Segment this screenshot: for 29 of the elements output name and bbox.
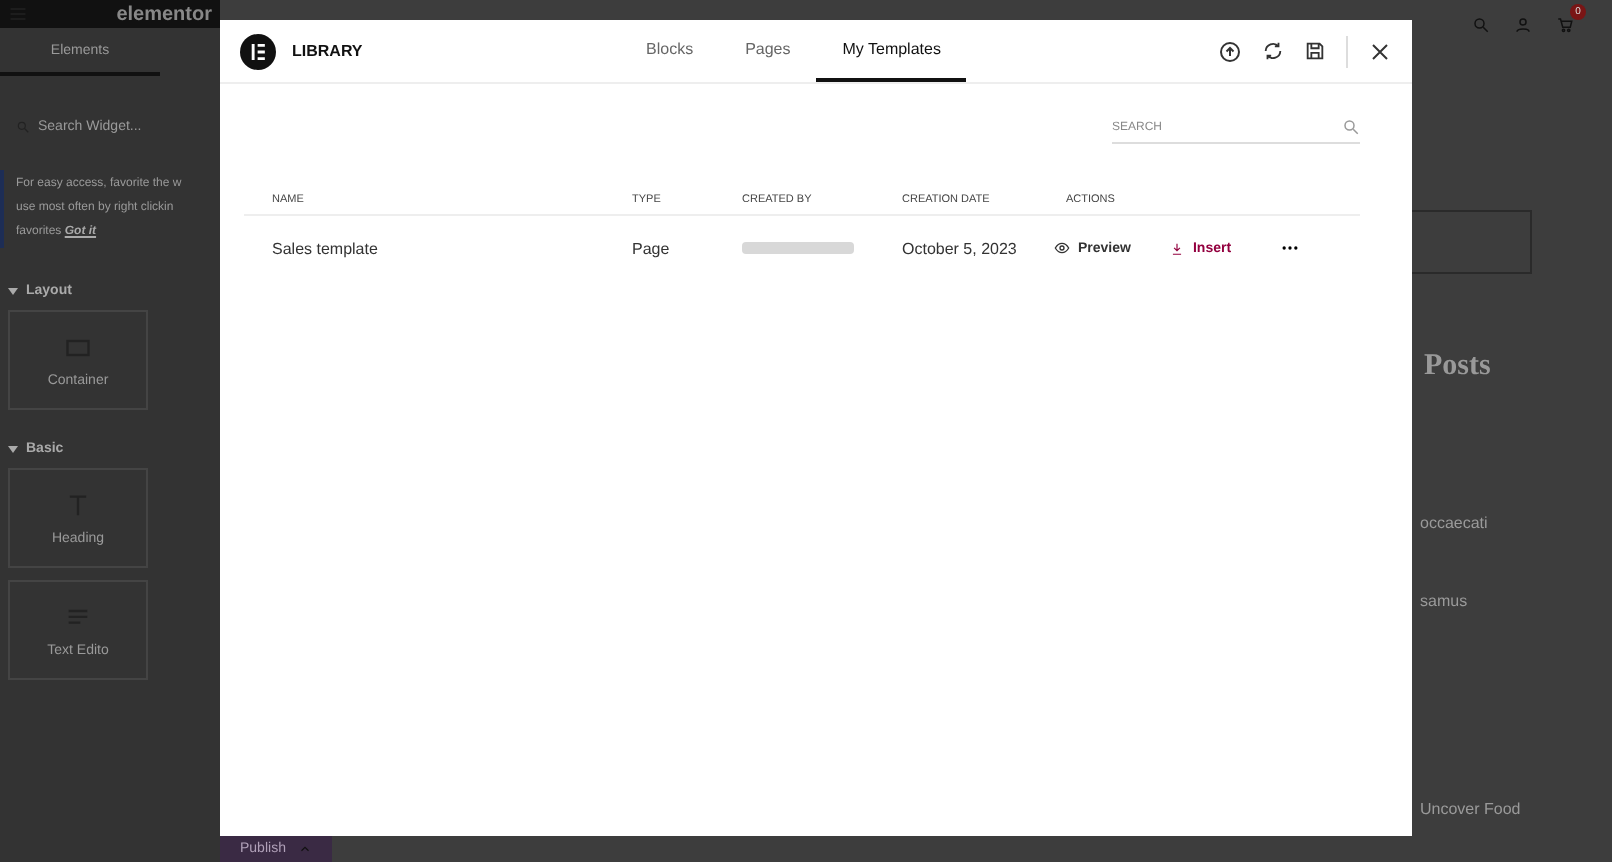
caret-icon bbox=[8, 286, 18, 297]
library-tab[interactable]: Pages bbox=[719, 20, 817, 82]
section-heading: Posts bbox=[1424, 350, 1493, 384]
library-tab[interactable]: My Templates bbox=[816, 20, 967, 82]
search-icon bbox=[1472, 16, 1490, 34]
save-icon bbox=[1304, 40, 1326, 62]
search-box-outline bbox=[1412, 210, 1532, 274]
cart-icon bbox=[1556, 16, 1574, 34]
table-cell-text: Sales template bbox=[270, 237, 380, 262]
sync-button[interactable] bbox=[1262, 40, 1284, 62]
caret-icon bbox=[297, 842, 312, 856]
table-cell-text: October 5, 2023 bbox=[900, 237, 1019, 261]
blurred-text bbox=[742, 242, 854, 254]
caret-icon bbox=[8, 444, 18, 455]
upload-icon bbox=[1218, 39, 1242, 63]
library-tab[interactable]: Blocks bbox=[620, 20, 720, 82]
search-icon bbox=[1342, 118, 1360, 136]
download-icon bbox=[1170, 241, 1185, 255]
dialog-title: LIBRARY bbox=[292, 42, 363, 60]
eye-icon bbox=[1054, 240, 1070, 256]
user-icon bbox=[1514, 16, 1532, 34]
close-icon bbox=[1368, 39, 1392, 63]
elementor-logo-icon bbox=[240, 33, 276, 69]
save-button[interactable] bbox=[1304, 40, 1326, 62]
table-cell-text: Page bbox=[630, 237, 672, 262]
sync-icon bbox=[1262, 40, 1284, 62]
logo-text: elementor bbox=[116, 3, 212, 25]
upload-button[interactable] bbox=[1218, 39, 1242, 63]
close-button[interactable] bbox=[1368, 39, 1392, 63]
